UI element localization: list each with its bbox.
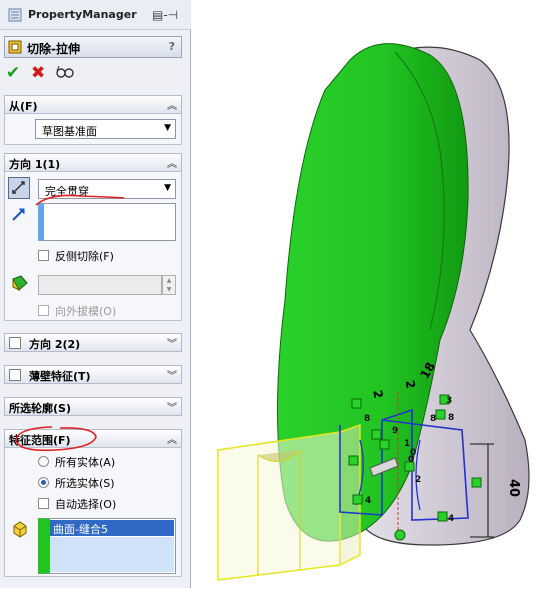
- auto-select-checkbox[interactable]: [38, 498, 49, 509]
- direction-reference-list[interactable]: [38, 203, 176, 241]
- dropdown-arrow-icon: ▼: [164, 123, 171, 133]
- expand-chevron-icon[interactable]: ︾: [167, 399, 177, 414]
- cancel-button[interactable]: ✖: [31, 63, 45, 83]
- section-header-from[interactable]: 从(F) ︽: [4, 95, 182, 114]
- relation-label: 0: [410, 448, 416, 458]
- help-button[interactable]: ?: [169, 40, 175, 53]
- selected-body-item-label: 曲面-缝合5: [53, 523, 108, 536]
- relation-label: 8: [430, 414, 436, 424]
- selected-bodies-radio[interactable]: [38, 477, 49, 488]
- end-condition-combo[interactable]: 完全贯穿 ▼: [38, 179, 176, 199]
- relation-label: 3: [446, 396, 452, 406]
- relation-label: 4: [448, 514, 454, 524]
- flip-side-label: 反侧切除(F): [55, 250, 114, 263]
- feature-title: 切除-拉伸: [27, 42, 80, 56]
- section-header-thin-feature[interactable]: 薄壁特征(T) ︾: [4, 365, 182, 384]
- end-condition-value: 完全贯穿: [45, 185, 89, 198]
- draft-icon[interactable]: [11, 274, 29, 292]
- selected-bodies-list[interactable]: 曲面-缝合5: [38, 518, 176, 574]
- section-label-thin-feature: 薄壁特征(T): [29, 370, 91, 383]
- sketch-origin-point[interactable]: [394, 529, 406, 541]
- direction2-checkbox[interactable]: [9, 337, 21, 349]
- expand-chevron-icon[interactable]: ︾: [167, 367, 177, 382]
- section-body-feature-scope: 所有实体(A) 所选实体(S) 自动选择(O) 曲面-缝合5: [4, 447, 182, 577]
- section-label-direction1: 方向 1(1): [9, 158, 61, 171]
- auto-select-label: 自动选择(O): [55, 498, 117, 511]
- extrude-cut-icon: [8, 40, 22, 54]
- dimension-40[interactable]: 40: [506, 479, 521, 497]
- selected-bodies-list-area: [50, 537, 174, 572]
- section-body-from: 草图基准面 ▼: [4, 113, 182, 145]
- draft-outward-checkbox[interactable]: [38, 305, 49, 316]
- pin-icon[interactable]: ▤-⊣: [152, 8, 178, 22]
- solid-body-icon: [13, 521, 27, 538]
- relation-label: 9: [392, 426, 398, 436]
- graphics-viewport[interactable]: 40 2 18 2 8 3 8 9 0 4 1 2 0 4 8: [191, 0, 537, 588]
- expand-chevron-icon[interactable]: ︾: [167, 335, 177, 350]
- relation-label: 4: [365, 496, 371, 506]
- ok-button[interactable]: ✔: [6, 63, 20, 83]
- feature-header: 切除-拉伸 ?: [4, 36, 182, 58]
- property-manager-icon: [8, 8, 22, 22]
- preview-glasses-icon[interactable]: [56, 65, 74, 79]
- property-manager-panel: PropertyManager ▤-⊣ 切除-拉伸 ? ✔ ✖ 从(F) ︽ 草…: [0, 0, 191, 588]
- section-label-from: 从(F): [9, 100, 38, 113]
- section-label-feature-scope: 特征范围(F): [9, 434, 71, 447]
- property-manager-title: PropertyManager: [28, 8, 137, 21]
- reverse-direction-icon: [12, 181, 25, 194]
- draft-angle-spinner[interactable]: ▲ ▼: [162, 275, 176, 295]
- selected-body-item[interactable]: 曲面-缝合5: [50, 520, 174, 536]
- relation-label: 2: [415, 475, 421, 485]
- dropdown-arrow-icon: ▼: [164, 183, 171, 193]
- section-body-direction1: 完全贯穿 ▼ 反侧切除(F) ▲ ▼ 向外拔模(O): [4, 171, 182, 321]
- thin-feature-checkbox[interactable]: [9, 369, 21, 381]
- all-bodies-radio[interactable]: [38, 456, 49, 467]
- draft-outward-label: 向外拔模(O): [55, 305, 117, 318]
- section-label-direction2: 方向 2(2): [29, 338, 81, 351]
- selected-bodies-label: 所选实体(S): [55, 477, 115, 490]
- from-combo[interactable]: 草图基准面 ▼: [35, 119, 176, 139]
- collapse-chevron-icon[interactable]: ︽: [167, 97, 177, 112]
- model-view[interactable]: 40 2 18 2 8 3 8 9 0 4 1 2 0 4 8: [191, 0, 537, 588]
- property-manager-titlebar: PropertyManager ▤-⊣: [0, 0, 191, 30]
- draft-angle-input[interactable]: [38, 275, 162, 295]
- flip-side-checkbox[interactable]: [38, 250, 49, 261]
- section-header-direction2[interactable]: 方向 2(2) ︾: [4, 333, 182, 352]
- relation-label: 8: [364, 414, 370, 424]
- section-header-direction1[interactable]: 方向 1(1) ︽: [4, 153, 182, 172]
- all-bodies-label: 所有实体(A): [55, 456, 116, 469]
- from-combo-value: 草图基准面: [42, 125, 97, 138]
- section-label-selected-contours: 所选轮廓(S): [9, 402, 71, 415]
- relation-label: 8: [448, 413, 454, 423]
- direction-arrow-icon: [12, 208, 25, 221]
- collapse-chevron-icon[interactable]: ︽: [167, 155, 177, 170]
- section-header-feature-scope[interactable]: 特征范围(F) ︽: [4, 429, 182, 448]
- section-header-selected-contours[interactable]: 所选轮廓(S) ︾: [4, 397, 182, 416]
- collapse-chevron-icon[interactable]: ︽: [167, 431, 177, 446]
- reverse-direction-button[interactable]: [8, 177, 30, 199]
